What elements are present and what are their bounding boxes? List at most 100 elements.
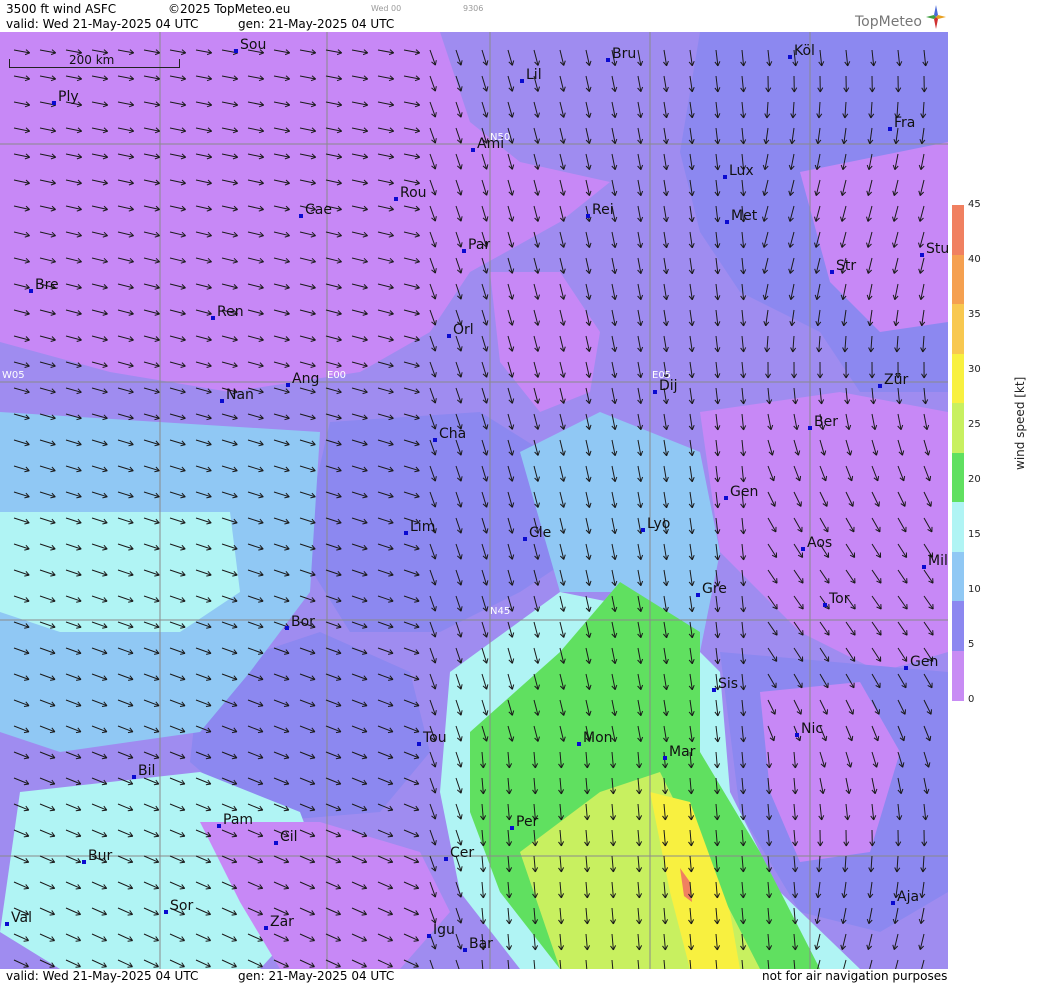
wind-arrow-head [640, 216, 644, 222]
wind-arrow-head [717, 607, 721, 613]
legend-tick: 20 [968, 474, 981, 485]
wind-arrow-head [205, 887, 211, 890]
valid-time: valid: Wed 21-May-2025 04 UTC [6, 17, 199, 31]
city-name: Lyo [647, 516, 671, 532]
wind-arrow-head [589, 86, 592, 92]
city-label: Str [830, 259, 856, 274]
wind-arrow-head [743, 399, 747, 405]
wind-arrow-head [23, 783, 29, 786]
wind-arrow-head [825, 735, 828, 741]
wind-arrow-head [537, 86, 540, 92]
wind-arrow-head [691, 321, 695, 326]
city-marker [808, 426, 812, 430]
legend-tick: 35 [968, 309, 981, 320]
wind-arrow-head [310, 391, 316, 395]
wind-arrow-head [537, 580, 540, 586]
wind-arrow-head [335, 940, 341, 942]
wind-arrow-head [691, 347, 695, 352]
wind-arrow-head [563, 86, 566, 92]
wind-arrow-head [153, 966, 159, 968]
wind-arrow-head [434, 710, 437, 716]
wind-arrow-head [640, 112, 644, 118]
wind-arrow-head [50, 391, 56, 395]
wind-arrow-head [23, 757, 29, 760]
wind-arrow-head [691, 373, 695, 378]
topmeteo-logo[interactable]: TopMeteo [855, 4, 946, 30]
city-marker [264, 926, 268, 930]
wind-arrow-head [76, 365, 82, 368]
moderate-area-biscay [0, 512, 240, 632]
wind-arrow-head [309, 783, 315, 786]
wind-arrow-head [23, 835, 29, 838]
wind-arrow-head [814, 918, 818, 924]
wind-arrow-head [153, 757, 159, 760]
wind-arrow-head [309, 914, 315, 916]
wind-arrow-head [362, 391, 368, 395]
wind-arrow [869, 959, 873, 969]
city-marker [878, 384, 882, 388]
wind-arrow-head [434, 814, 437, 820]
wind-arrow-head [666, 294, 669, 300]
wind-arrow-head [691, 217, 695, 222]
city-marker [462, 249, 466, 253]
city-label: Dij [653, 379, 678, 394]
city-name: Tor [829, 591, 850, 607]
wind-arrow-head [413, 940, 419, 942]
wind-arrow-head [589, 268, 592, 274]
wind-arrow-head [257, 835, 263, 838]
city-marker [5, 922, 9, 926]
wind-arrow-head [537, 242, 540, 248]
wind-arrow-head [49, 783, 55, 786]
city-label: Gen [724, 485, 758, 500]
wind-arrow-head [537, 112, 540, 118]
wind-arrow-head [387, 835, 393, 838]
city-label: Sis [712, 677, 738, 692]
wind-arrow-head [640, 86, 644, 92]
wind-arrow-head [691, 295, 695, 300]
city-marker [510, 826, 514, 830]
city-label: Per [510, 815, 538, 830]
city-label: Bor [285, 615, 315, 630]
city-name: Nic [801, 721, 824, 737]
wind-arrow-head [205, 966, 211, 968]
wind-arrow-head [589, 398, 592, 404]
wind-arrow-head [361, 861, 367, 864]
city-label: Rei [586, 203, 614, 218]
wind-arrow-head [414, 391, 420, 395]
city-label: Orl [447, 323, 474, 338]
wind-arrow-head [283, 783, 289, 786]
wind-map[interactable]: N50 W05 E00 E05 N45 200 km Sou Bru Köl Lil P… [0, 32, 948, 969]
city-marker [463, 948, 467, 952]
grid-label-e00: E00 [327, 370, 347, 381]
wind-arrow-head [414, 365, 420, 368]
city-label: Igu [427, 923, 455, 938]
city-marker [417, 742, 421, 746]
city-marker [653, 390, 657, 394]
legend-tick: 30 [968, 364, 981, 375]
city-marker [920, 253, 924, 257]
footer-disclaimer: not for air navigation purposes [762, 969, 948, 983]
wind-arrow-head [614, 190, 618, 196]
wind-arrow-head [666, 86, 669, 92]
wind-arrow-head [127, 940, 133, 942]
wind-field [0, 32, 948, 969]
city-label: Ami [471, 137, 504, 152]
wind-arrow-head [336, 417, 342, 421]
wind-arrow-head [24, 365, 30, 368]
city-name: Köl [794, 43, 815, 59]
wind-arrow-head [75, 914, 81, 916]
wind-arrow-head [49, 966, 55, 968]
wind-arrow-head [75, 966, 81, 968]
wind-arrow-head [335, 783, 341, 786]
wind-arrow-head [563, 60, 566, 66]
wind-arrow-head [666, 164, 669, 170]
wind-arrow-head [153, 940, 159, 942]
city-label: Fra [888, 116, 915, 131]
legend-tick: 0 [968, 694, 975, 705]
city-label: Stu [920, 242, 948, 257]
city-name: Sor [170, 898, 194, 914]
city-name: Pam [223, 812, 254, 828]
city-label: Cae [299, 203, 332, 218]
calm-area-alps [700, 392, 948, 672]
wind-arrow-head [563, 138, 566, 144]
